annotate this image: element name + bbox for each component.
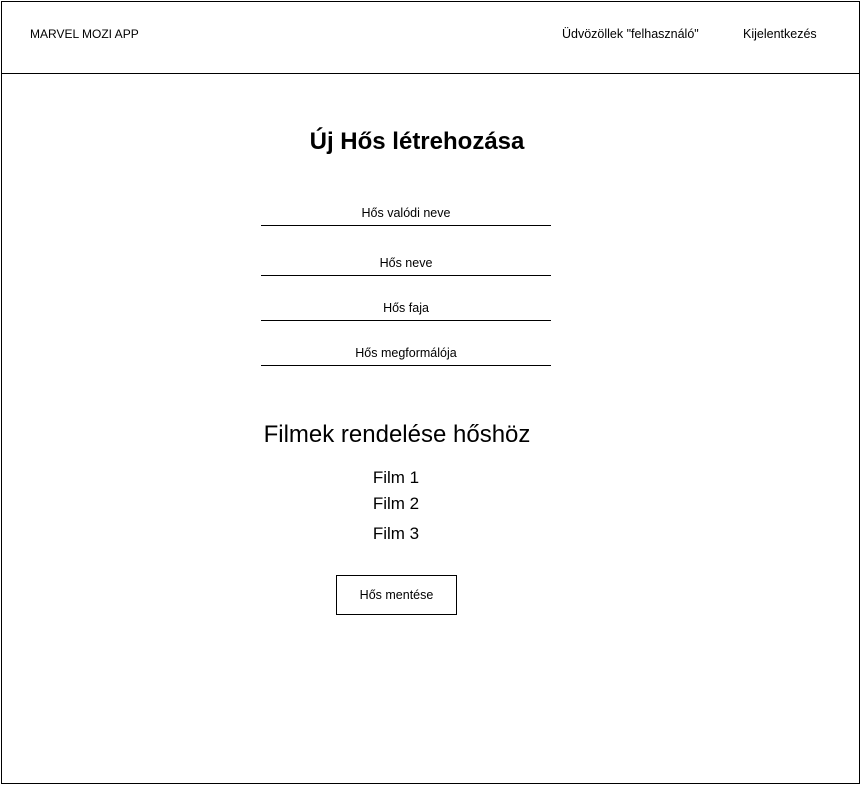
top-bar: MARVEL MOZI APP Üdvözöllek "felhasználó"… <box>1 1 860 74</box>
actor-input[interactable] <box>261 340 551 365</box>
page-frame <box>1 1 860 784</box>
film-item-2[interactable]: Film 2 <box>346 494 446 514</box>
hero-name-field[interactable] <box>261 250 551 276</box>
real-name-input[interactable] <box>261 200 551 225</box>
save-hero-button[interactable]: Hős mentése <box>336 575 457 615</box>
films-section-title: Filmek rendelése hőshöz <box>263 421 531 448</box>
film-item-1[interactable]: Film 1 <box>346 468 446 488</box>
real-name-field[interactable] <box>261 200 551 226</box>
logout-link[interactable]: Kijelentkezés <box>743 27 817 41</box>
hero-name-input[interactable] <box>261 250 551 275</box>
film-item-3[interactable]: Film 3 <box>346 524 446 544</box>
welcome-text: Üdvözöllek "felhasználó" <box>562 27 699 41</box>
actor-field[interactable] <box>261 340 551 366</box>
species-input[interactable] <box>261 295 551 320</box>
page-title: Új Hős létrehozása <box>309 128 525 155</box>
species-field[interactable] <box>261 295 551 321</box>
app-title: MARVEL MOZI APP <box>30 27 139 41</box>
